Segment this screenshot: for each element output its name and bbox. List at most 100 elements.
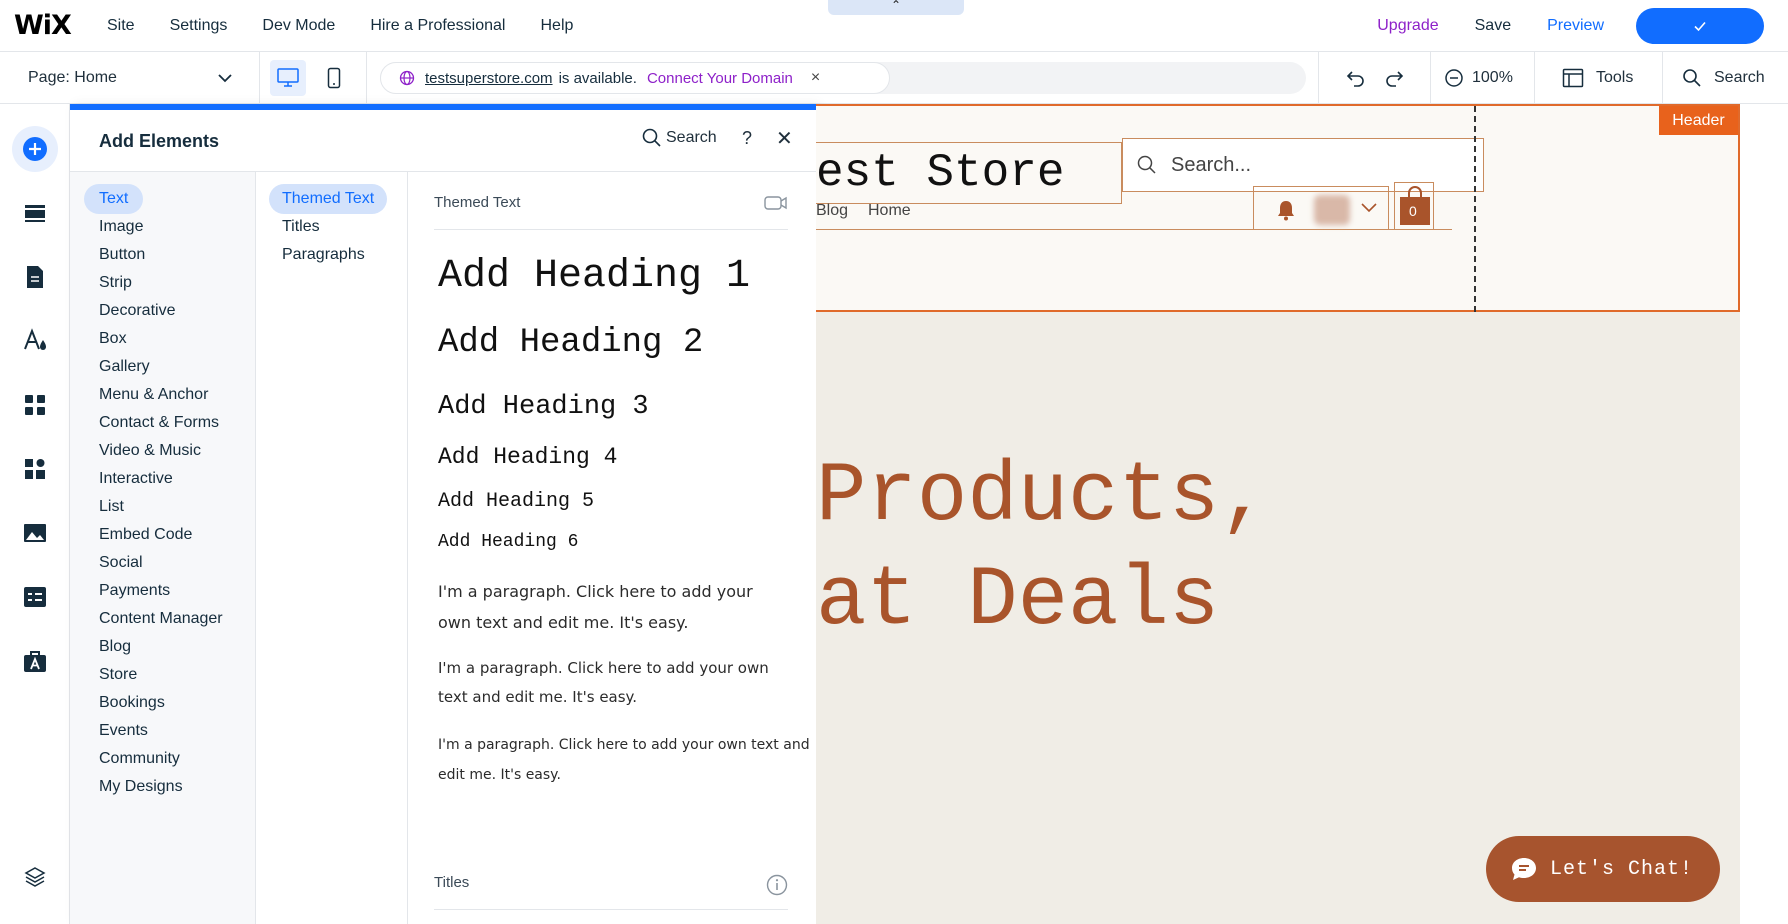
connect-domain-link[interactable]: Connect Your Domain	[647, 70, 793, 87]
nav-item-home[interactable]: Home	[868, 202, 911, 220]
category-strip[interactable]: Strip	[84, 268, 147, 298]
mobile-view-button[interactable]	[316, 60, 352, 96]
add-section-button[interactable]	[12, 190, 58, 236]
site-header[interactable]: est Store Search... Blog Home 0 Header	[816, 104, 1740, 312]
page-selector[interactable]: Page: Home	[0, 52, 260, 104]
subcategory-titles[interactable]: Titles	[269, 212, 333, 242]
category-my-designs[interactable]: My Designs	[84, 772, 198, 802]
domain-available-text: is available.	[558, 69, 637, 87]
category-store[interactable]: Store	[84, 660, 152, 690]
heading-2-preset[interactable]: Add Heading 2	[438, 324, 703, 362]
collapse-toolbar-handle[interactable]: ⌃	[828, 0, 964, 15]
top-actions: Upgrade Save Preview	[1377, 0, 1788, 52]
category-image[interactable]: Image	[84, 212, 158, 242]
cms-button[interactable]	[12, 574, 58, 620]
menu-dev-mode[interactable]: Dev Mode	[262, 17, 335, 35]
divider	[1318, 52, 1319, 104]
category-interactive[interactable]: Interactive	[84, 464, 188, 494]
chevron-down-icon	[1361, 203, 1377, 213]
add-apps-button[interactable]	[12, 382, 58, 428]
category-gallery[interactable]: Gallery	[84, 352, 165, 382]
category-blog[interactable]: Blog	[84, 632, 146, 662]
desktop-view-button[interactable]	[270, 60, 306, 96]
menu-help[interactable]: Help	[540, 17, 573, 35]
redo-icon[interactable]	[1382, 66, 1406, 90]
video-icon[interactable]	[764, 194, 788, 212]
preview-button[interactable]: Preview	[1547, 17, 1604, 35]
category-payments[interactable]: Payments	[84, 576, 185, 606]
editor-search-button[interactable]: Search	[1682, 52, 1765, 104]
chat-button[interactable]: Let's Chat!	[1486, 836, 1720, 902]
add-elements-button[interactable]	[12, 126, 58, 172]
section-header-themed-text: Themed Text	[434, 194, 788, 230]
hero-heading-line-1[interactable]: Products,	[816, 450, 1270, 545]
divider	[1430, 52, 1431, 104]
category-community[interactable]: Community	[84, 744, 195, 774]
avatar[interactable]	[1314, 195, 1350, 225]
section-title: Titles	[434, 874, 470, 891]
layers-button[interactable]	[12, 854, 58, 900]
category-decorative[interactable]: Decorative	[84, 296, 190, 326]
zoom-out-icon	[1445, 69, 1463, 87]
hero-heading-line-2[interactable]: at Deals	[816, 554, 1219, 649]
menu-site[interactable]: Site	[107, 17, 135, 35]
business-tools-button[interactable]	[12, 446, 58, 492]
member-login-bar[interactable]	[1253, 186, 1389, 230]
nav-item-blog[interactable]: Blog	[816, 202, 848, 220]
page-icon	[27, 266, 43, 288]
save-button[interactable]: Save	[1475, 17, 1511, 35]
editor-canvas[interactable]: est Store Search... Blog Home 0 Header P…	[816, 104, 1788, 924]
heading-3-preset[interactable]: Add Heading 3	[438, 392, 649, 422]
image-icon	[24, 524, 46, 542]
category-video-music[interactable]: Video & Music	[84, 436, 216, 466]
heading-1-preset[interactable]: Add Heading 1	[438, 254, 750, 299]
category-contact-forms[interactable]: Contact & Forms	[84, 408, 234, 438]
heading-5-preset[interactable]: Add Heading 5	[438, 490, 594, 513]
paragraph-3-preset[interactable]: I'm a paragraph. Click here to add your …	[438, 730, 810, 790]
pages-menu-button[interactable]	[12, 254, 58, 300]
subcategory-themed-text[interactable]: Themed Text	[269, 184, 388, 214]
domain-name[interactable]: testsuperstore.com	[425, 70, 553, 87]
category-menu-anchor[interactable]: Menu & Anchor	[84, 380, 223, 410]
undo-icon[interactable]	[1344, 66, 1368, 90]
category-events[interactable]: Events	[84, 716, 163, 746]
paragraph-1-preset[interactable]: I'm a paragraph. Click here to add your …	[438, 576, 778, 638]
info-icon[interactable]	[766, 874, 788, 896]
media-button[interactable]	[12, 510, 58, 556]
menu-hire-professional[interactable]: Hire a Professional	[370, 17, 505, 35]
header-tag[interactable]: Header	[1659, 106, 1738, 135]
help-button[interactable]: ?	[742, 128, 752, 149]
search-icon	[1683, 69, 1701, 87]
category-embed-code[interactable]: Embed Code	[84, 520, 207, 550]
publish-button[interactable]	[1636, 8, 1764, 44]
apps-grid-icon	[25, 395, 45, 415]
zoom-control[interactable]: 100%	[1444, 52, 1513, 104]
paragraph-2-preset[interactable]: I'm a paragraph. Click here to add your …	[438, 654, 798, 712]
category-box[interactable]: Box	[84, 324, 142, 354]
tools-button[interactable]: Tools	[1562, 52, 1633, 104]
wix-logo[interactable]: WiX	[14, 10, 72, 41]
category-content-manager[interactable]: Content Manager	[84, 604, 238, 634]
site-search-placeholder: Search...	[1171, 153, 1252, 176]
panel-search-button[interactable]: Search	[642, 128, 717, 148]
close-domain-notice[interactable]: ×	[811, 69, 820, 87]
category-list[interactable]: List	[84, 492, 139, 522]
subcategory-paragraphs[interactable]: Paragraphs	[269, 240, 378, 270]
cart-icon-container[interactable]: 0	[1394, 182, 1434, 230]
menu-settings[interactable]: Settings	[170, 17, 228, 35]
category-social[interactable]: Social	[84, 548, 158, 578]
heading-4-preset[interactable]: Add Heading 4	[438, 444, 617, 470]
site-design-button[interactable]	[12, 318, 58, 364]
app-market-button[interactable]	[12, 638, 58, 684]
category-text[interactable]: Text	[84, 184, 144, 214]
category-button[interactable]: Button	[84, 240, 160, 270]
canvas-gutter	[1740, 104, 1788, 924]
page-value: Home	[74, 69, 117, 86]
heading-6-preset[interactable]: Add Heading 6	[438, 532, 578, 552]
top-menu-bar: WiX Site Settings Dev Mode Hire a Profes…	[0, 0, 1788, 52]
close-panel-button[interactable]: ✕	[776, 126, 793, 151]
category-bookings[interactable]: Bookings	[84, 688, 180, 718]
search-icon	[642, 128, 661, 147]
upgrade-link[interactable]: Upgrade	[1377, 17, 1438, 35]
globe-icon	[399, 70, 415, 86]
